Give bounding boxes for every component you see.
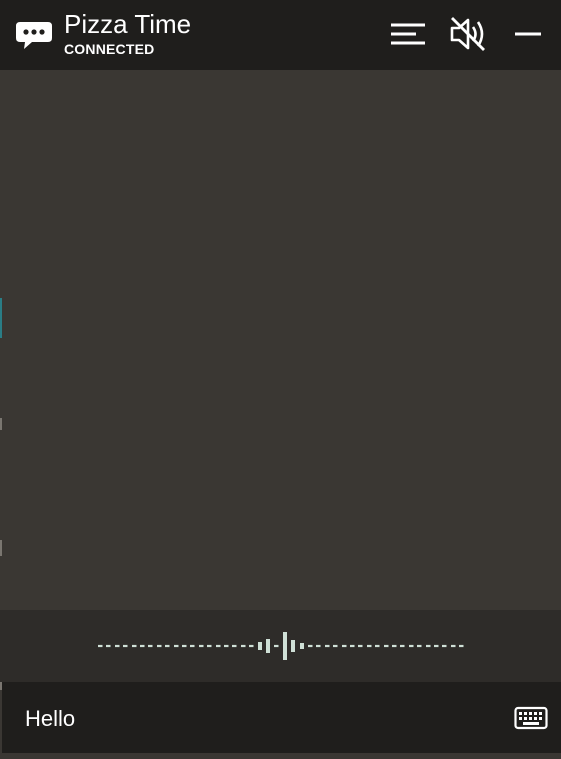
waveform-bar (174, 644, 179, 648)
waveform-bar (115, 644, 120, 648)
waveform-bar (392, 644, 397, 648)
minimize-button[interactable] (508, 14, 548, 54)
input-bar (2, 682, 561, 753)
waveform-bar (106, 644, 111, 648)
waveform-bar (384, 644, 389, 648)
waveform-bar (350, 644, 355, 648)
waveform-bar (442, 644, 447, 648)
waveform-bar (367, 644, 372, 648)
waveform-bar (434, 644, 439, 648)
waveform-bar (207, 644, 212, 648)
waveform-bar (375, 644, 380, 648)
waveform-bar (182, 644, 187, 648)
waveform-bar (165, 644, 170, 648)
waveform-bar (417, 644, 422, 648)
conversation-area[interactable] (2, 70, 561, 610)
waveform-bar (249, 644, 254, 648)
waveform-bar (358, 644, 363, 648)
waveform-bar (274, 644, 279, 648)
waveform-bar (199, 644, 204, 648)
waveform-bar (400, 644, 405, 648)
waveform-bar (308, 644, 313, 648)
waveform-bar (216, 644, 221, 648)
mute-button[interactable] (448, 14, 488, 54)
waveform-bar (451, 644, 456, 648)
menu-button[interactable] (388, 14, 428, 54)
waveform-bar (190, 644, 195, 648)
waveform-bar (241, 644, 246, 648)
waveform-bar (283, 632, 287, 660)
waveform-bar (232, 644, 237, 648)
speaker-muted-icon (450, 17, 485, 51)
menu-icon (391, 23, 425, 45)
chat-bubble-icon (15, 20, 53, 50)
keyboard-button[interactable] (514, 705, 548, 731)
waveform-bar (266, 639, 270, 653)
waveform-icon (98, 632, 464, 660)
waveform-bar (157, 644, 162, 648)
minimize-icon (515, 32, 541, 36)
waveform-bar (98, 644, 103, 648)
waveform-bar (140, 644, 145, 648)
waveform-bar (258, 642, 262, 650)
waveform-bar (148, 644, 153, 648)
waveform-bar (333, 644, 338, 648)
header-bar: Pizza Time CONNECTED (0, 0, 561, 70)
waveform-bar (123, 644, 128, 648)
connection-status: CONNECTED (64, 41, 155, 57)
waveform-bar (300, 643, 304, 649)
keyboard-icon (514, 706, 548, 730)
page-title: Pizza Time (64, 9, 192, 39)
waveform-bar (132, 644, 137, 648)
waveform-bar (342, 644, 347, 648)
message-text[interactable]: Hello (25, 706, 75, 732)
waveform-bar (291, 640, 295, 652)
waveform-bar (426, 644, 431, 648)
waveform-bar (325, 644, 330, 648)
chat-window: Pizza Time CONNECTED Hello (0, 0, 561, 759)
waveform-bar (316, 644, 321, 648)
window-edge (0, 70, 2, 690)
waveform-bar (224, 644, 229, 648)
waveform-bar (409, 644, 414, 648)
waveform-bar (459, 644, 464, 648)
